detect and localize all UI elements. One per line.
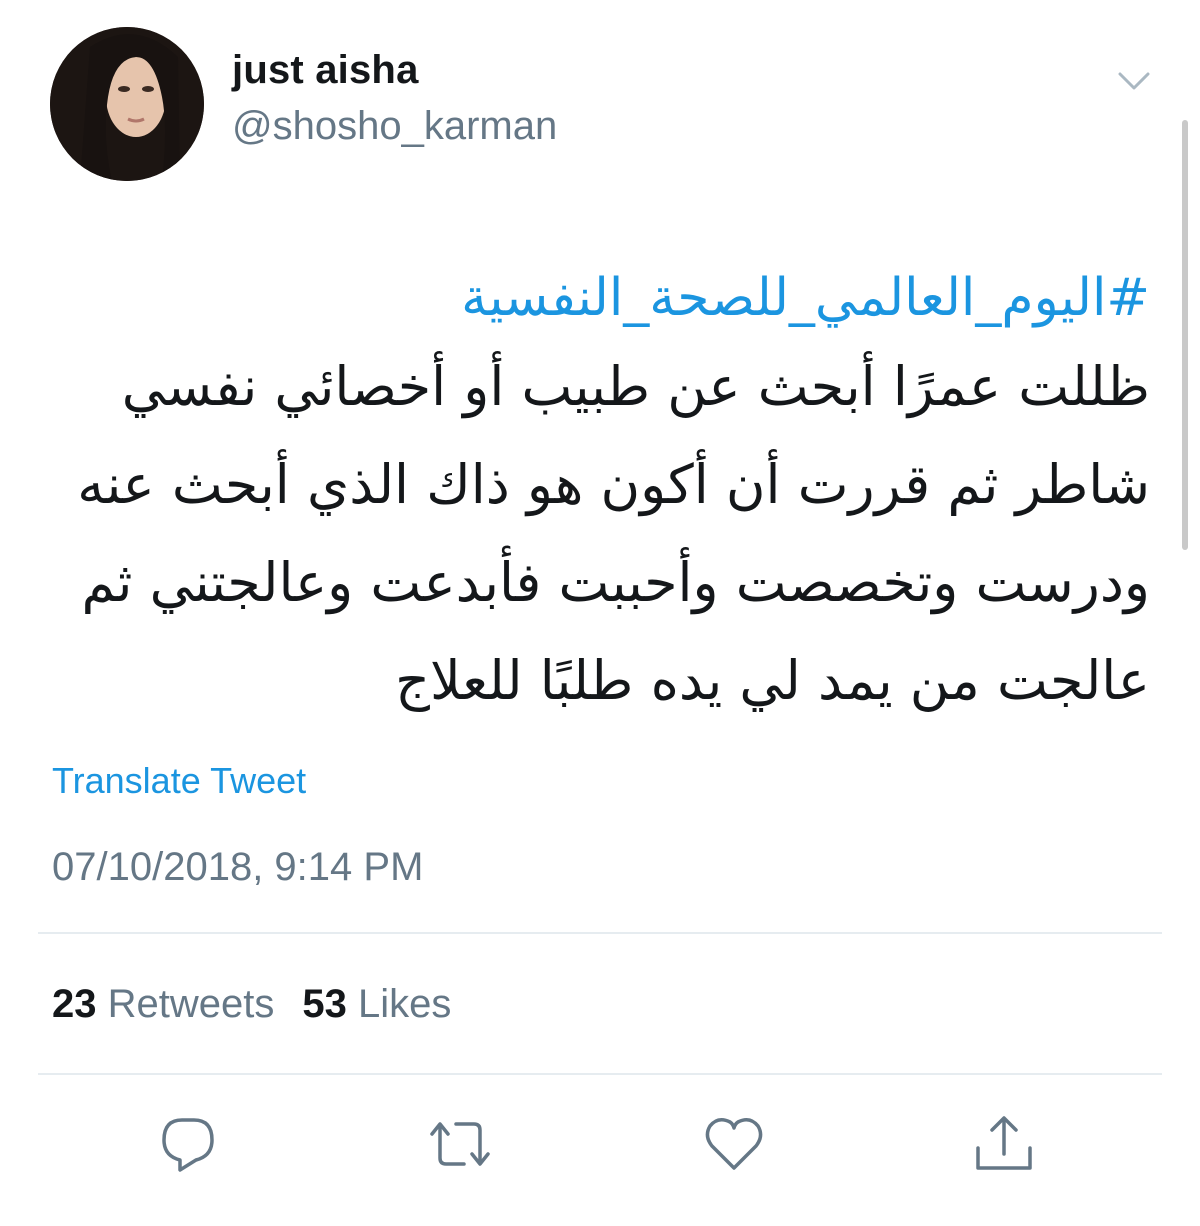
retweets-count: 23 — [52, 982, 97, 1026]
retweet-button[interactable] — [428, 1112, 492, 1176]
heart-icon — [705, 1118, 763, 1170]
reply-button[interactable] — [156, 1112, 220, 1176]
tweet-text-line: شاطر ثم قررت أن أكون هو ذاك الذي أبحث عن… — [77, 453, 1150, 516]
retweet-icon — [430, 1122, 490, 1166]
divider — [38, 1073, 1162, 1075]
likes-stat[interactable]: 53 Likes — [302, 982, 451, 1026]
avatar[interactable] — [50, 27, 204, 181]
display-name[interactable]: just aisha — [232, 48, 419, 93]
timestamp: 07/10/2018, 9:14 PM — [52, 845, 424, 889]
chevron-down-icon[interactable] — [1114, 64, 1154, 96]
scrollbar[interactable] — [1182, 120, 1188, 550]
tweet-text-line: ودرست وتخصصت وأحببت فأبدعت وعالجتني ثم — [81, 551, 1150, 614]
translate-tweet-link[interactable]: Translate Tweet — [52, 760, 306, 802]
tweet-card: just aisha @shosho_karman #اليوم_العالمي… — [0, 0, 1200, 1226]
tweet-text-line: ظللت عمرًا أبحث عن طبيب أو أخصائي نفسي — [121, 355, 1150, 418]
share-button[interactable] — [972, 1112, 1036, 1176]
reply-icon — [162, 1118, 214, 1172]
tweet-text-line: عالجت من يمد لي يده طلبًا للعلاج — [395, 649, 1150, 712]
likes-label: Likes — [358, 982, 452, 1026]
divider — [38, 932, 1162, 934]
hashtag-link[interactable]: #اليوم_العالمي_للصحة_النفسية — [50, 262, 1150, 334]
tweet-body: #اليوم_العالمي_للصحة_النفسية ظللت عمرًا … — [50, 262, 1150, 730]
engagement-stats: 23 Retweets 53 Likes — [52, 982, 451, 1027]
retweets-stat[interactable]: 23 Retweets — [52, 982, 274, 1026]
like-button[interactable] — [702, 1112, 766, 1176]
user-handle[interactable]: @shosho_karman — [232, 104, 557, 149]
likes-count: 53 — [302, 982, 347, 1026]
retweets-label: Retweets — [107, 982, 275, 1026]
tweet-text: ظللت عمرًا أبحث عن طبيب أو أخصائي نفسي ش… — [50, 338, 1150, 730]
share-icon — [976, 1116, 1032, 1170]
